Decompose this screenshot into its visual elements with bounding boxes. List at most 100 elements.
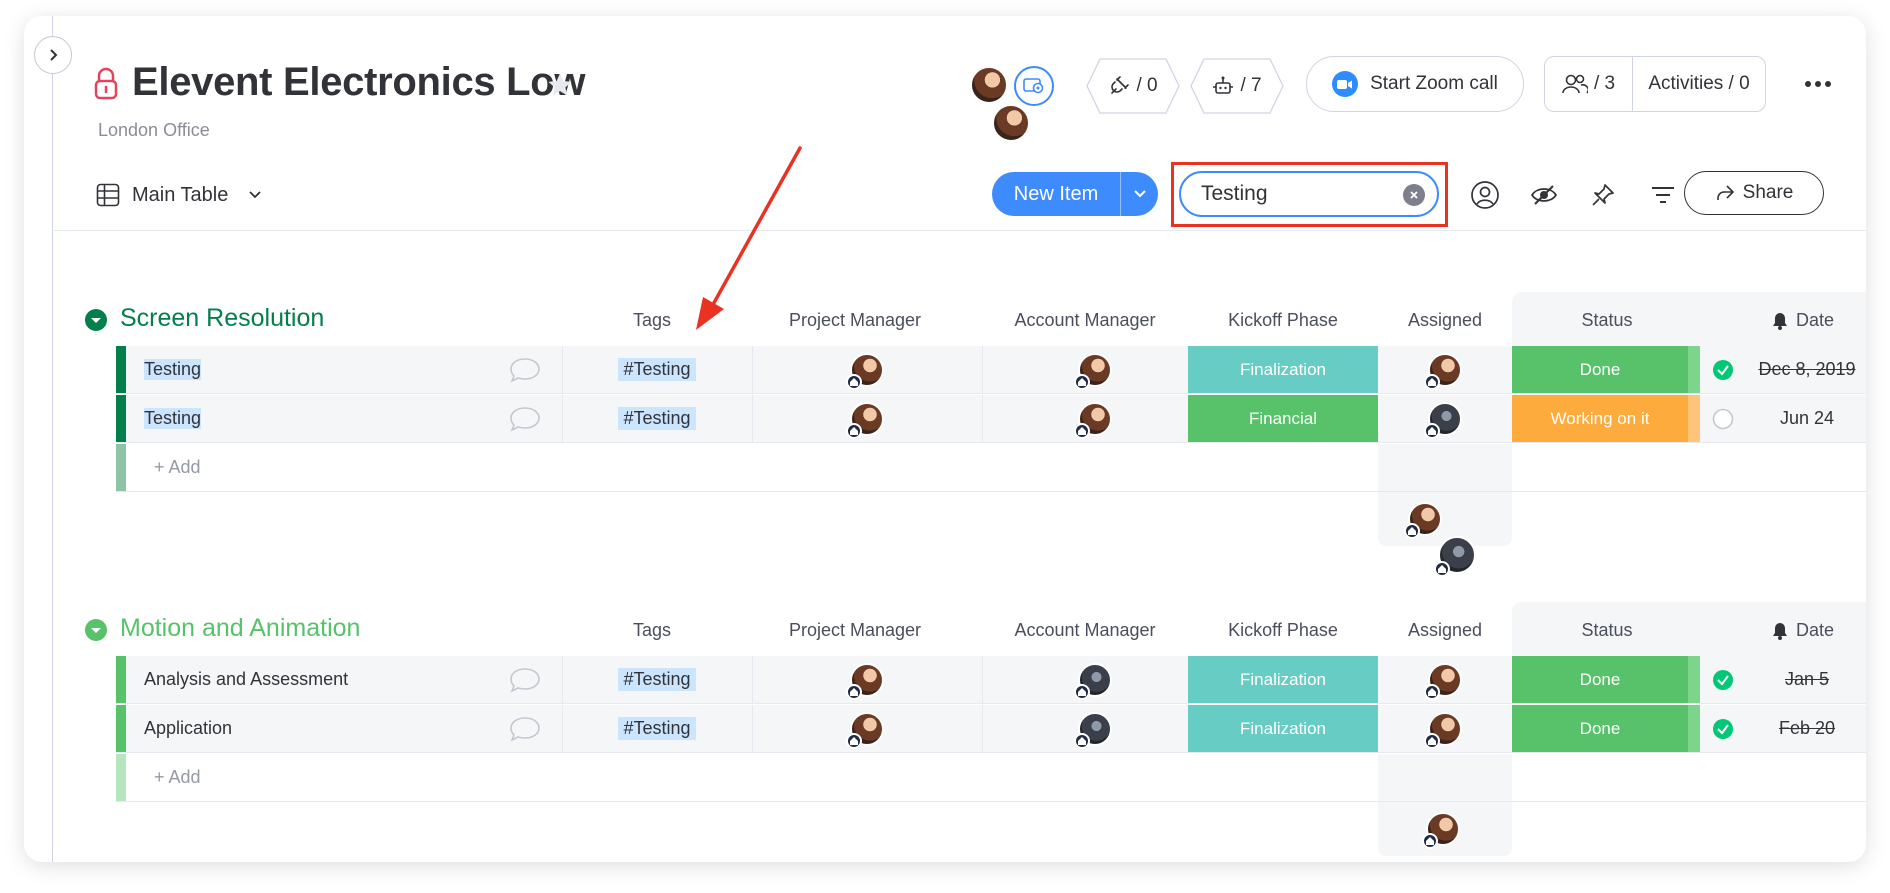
home-icon <box>846 732 862 749</box>
check-done-icon[interactable] <box>1712 359 1734 386</box>
new-item-dropdown-button[interactable] <box>1120 172 1158 216</box>
column-header-date[interactable]: Date <box>1772 310 1866 331</box>
project-manager-cell[interactable] <box>752 705 982 752</box>
assigned-cell[interactable] <box>1378 705 1512 752</box>
table-row[interactable]: Testing #Testing Finalization Done Dec 8… <box>116 346 1866 394</box>
table-row[interactable]: Testing #Testing Financial Working on it… <box>116 395 1866 443</box>
date-cell[interactable]: Feb 20 <box>1746 705 1866 752</box>
account-manager-cell[interactable] <box>982 395 1208 442</box>
add-item-label[interactable]: + Add <box>154 754 201 801</box>
group-title[interactable]: Screen Resolution <box>120 304 324 333</box>
integrations-count: / 0 <box>1136 75 1158 96</box>
check-done-icon[interactable] <box>1712 718 1734 745</box>
comment-icon[interactable] <box>508 405 542 433</box>
members-button[interactable]: / 3 <box>1545 57 1633 111</box>
account-manager-cell[interactable] <box>982 656 1208 703</box>
kickoff-phase-cell[interactable]: Finalization <box>1188 705 1378 752</box>
date-cell[interactable]: Jan 5 <box>1746 656 1866 703</box>
assigned-cell[interactable] <box>1378 346 1512 393</box>
avatar <box>1424 662 1462 700</box>
kickoff-phase-cell[interactable]: Finalization <box>1188 656 1378 703</box>
activities-button[interactable]: Activities / 0 <box>1633 57 1765 111</box>
status-cell[interactable]: Done <box>1512 705 1688 752</box>
project-manager-cell[interactable] <box>752 346 982 393</box>
column-header-tags[interactable]: Tags <box>554 620 750 641</box>
table-row[interactable]: Analysis and Assessment #Testing Finaliz… <box>116 656 1866 704</box>
column-header-assigned[interactable]: Assigned <box>1378 310 1512 331</box>
assigned-cell[interactable] <box>1378 656 1512 703</box>
column-header-account-manager[interactable]: Account Manager <box>960 620 1210 641</box>
comment-icon[interactable] <box>508 356 542 384</box>
share-button[interactable]: Share <box>1684 171 1824 215</box>
account-manager-cell[interactable] <box>982 705 1208 752</box>
board-title[interactable]: Elevent Electronics Low <box>132 60 586 105</box>
tag-cell[interactable]: #Testing <box>562 395 752 442</box>
chevron-down-icon <box>249 191 261 199</box>
date-cell[interactable]: Dec 8, 2019 <box>1746 346 1866 393</box>
project-manager-cell[interactable] <box>752 656 982 703</box>
assigned-cell[interactable] <box>1378 395 1512 442</box>
clear-search-icon[interactable] <box>1403 184 1425 206</box>
kickoff-phase-cell[interactable]: Financial <box>1188 395 1378 442</box>
group-collapse-icon[interactable] <box>84 618 108 642</box>
item-name[interactable]: Testing <box>144 346 202 393</box>
column-header-status[interactable]: Status <box>1512 310 1702 331</box>
new-item-label[interactable]: New Item <box>992 172 1120 216</box>
project-manager-cell[interactable] <box>752 395 982 442</box>
search-input[interactable]: Testing <box>1179 171 1439 217</box>
avatar <box>846 662 884 700</box>
pin-icon[interactable] <box>1590 182 1616 208</box>
row-color-bar <box>116 444 126 491</box>
table-row[interactable]: Application #Testing Finalization Done F… <box>116 705 1866 753</box>
automations-button[interactable]: / 7 <box>1190 58 1284 114</box>
column-header-assigned[interactable]: Assigned <box>1378 620 1512 641</box>
assigned-summary <box>1378 802 1512 856</box>
add-item-label[interactable]: + Add <box>154 444 201 491</box>
expand-sidebar-button[interactable] <box>34 36 72 74</box>
row-color-bar <box>116 754 126 801</box>
group-title[interactable]: Motion and Animation <box>120 614 360 643</box>
new-item-button[interactable]: New Item <box>992 172 1158 216</box>
column-header-tags[interactable]: Tags <box>554 310 750 331</box>
avatar <box>970 66 1008 104</box>
avatar <box>846 352 884 390</box>
comment-icon[interactable] <box>508 715 542 743</box>
row-color-bar <box>116 395 126 442</box>
column-header-kickoff-phase[interactable]: Kickoff Phase <box>1188 310 1378 331</box>
account-manager-cell[interactable] <box>982 346 1208 393</box>
add-item-row[interactable]: + Add <box>116 754 1866 802</box>
check-done-icon[interactable] <box>1712 669 1734 696</box>
view-selector[interactable]: Main Table <box>96 180 262 210</box>
more-options-icon[interactable] <box>1804 78 1832 90</box>
column-header-kickoff-phase[interactable]: Kickoff Phase <box>1188 620 1378 641</box>
column-header-account-manager[interactable]: Account Manager <box>960 310 1210 331</box>
integrations-button[interactable]: / 0 <box>1086 58 1180 114</box>
star-icon[interactable] <box>546 71 574 99</box>
comment-icon[interactable] <box>508 666 542 694</box>
column-header-project-manager[interactable]: Project Manager <box>730 620 980 641</box>
add-item-row[interactable]: + Add <box>116 444 1866 492</box>
tag-cell[interactable]: #Testing <box>562 656 752 703</box>
person-filter-icon[interactable] <box>1470 180 1500 210</box>
column-header-status[interactable]: Status <box>1512 620 1702 641</box>
check-empty-icon[interactable] <box>1712 408 1734 435</box>
item-name[interactable]: Analysis and Assessment <box>144 656 348 703</box>
status-cell[interactable]: Done <box>1512 346 1688 393</box>
group-collapse-icon[interactable] <box>84 308 108 332</box>
column-header-date[interactable]: Date <box>1772 620 1866 641</box>
hide-eye-icon[interactable] <box>1530 182 1558 208</box>
kickoff-phase-cell[interactable]: Finalization <box>1188 346 1378 393</box>
status-cell[interactable]: Working on it <box>1512 395 1688 442</box>
zoom-call-button[interactable]: Start Zoom call <box>1306 56 1524 112</box>
members-count: / 3 <box>1593 73 1616 94</box>
item-name[interactable]: Testing <box>144 395 202 442</box>
date-cell[interactable]: Jun 24 <box>1746 395 1866 442</box>
column-header-project-manager[interactable]: Project Manager <box>730 310 980 331</box>
board-members-avatars[interactable] <box>970 64 1056 142</box>
status-cell[interactable]: Done <box>1512 656 1688 703</box>
filter-icon[interactable] <box>1650 184 1676 206</box>
date-header-label: Date <box>1796 620 1835 640</box>
tag-cell[interactable]: #Testing <box>562 346 752 393</box>
tag-cell[interactable]: #Testing <box>562 705 752 752</box>
item-name[interactable]: Application <box>144 705 232 752</box>
